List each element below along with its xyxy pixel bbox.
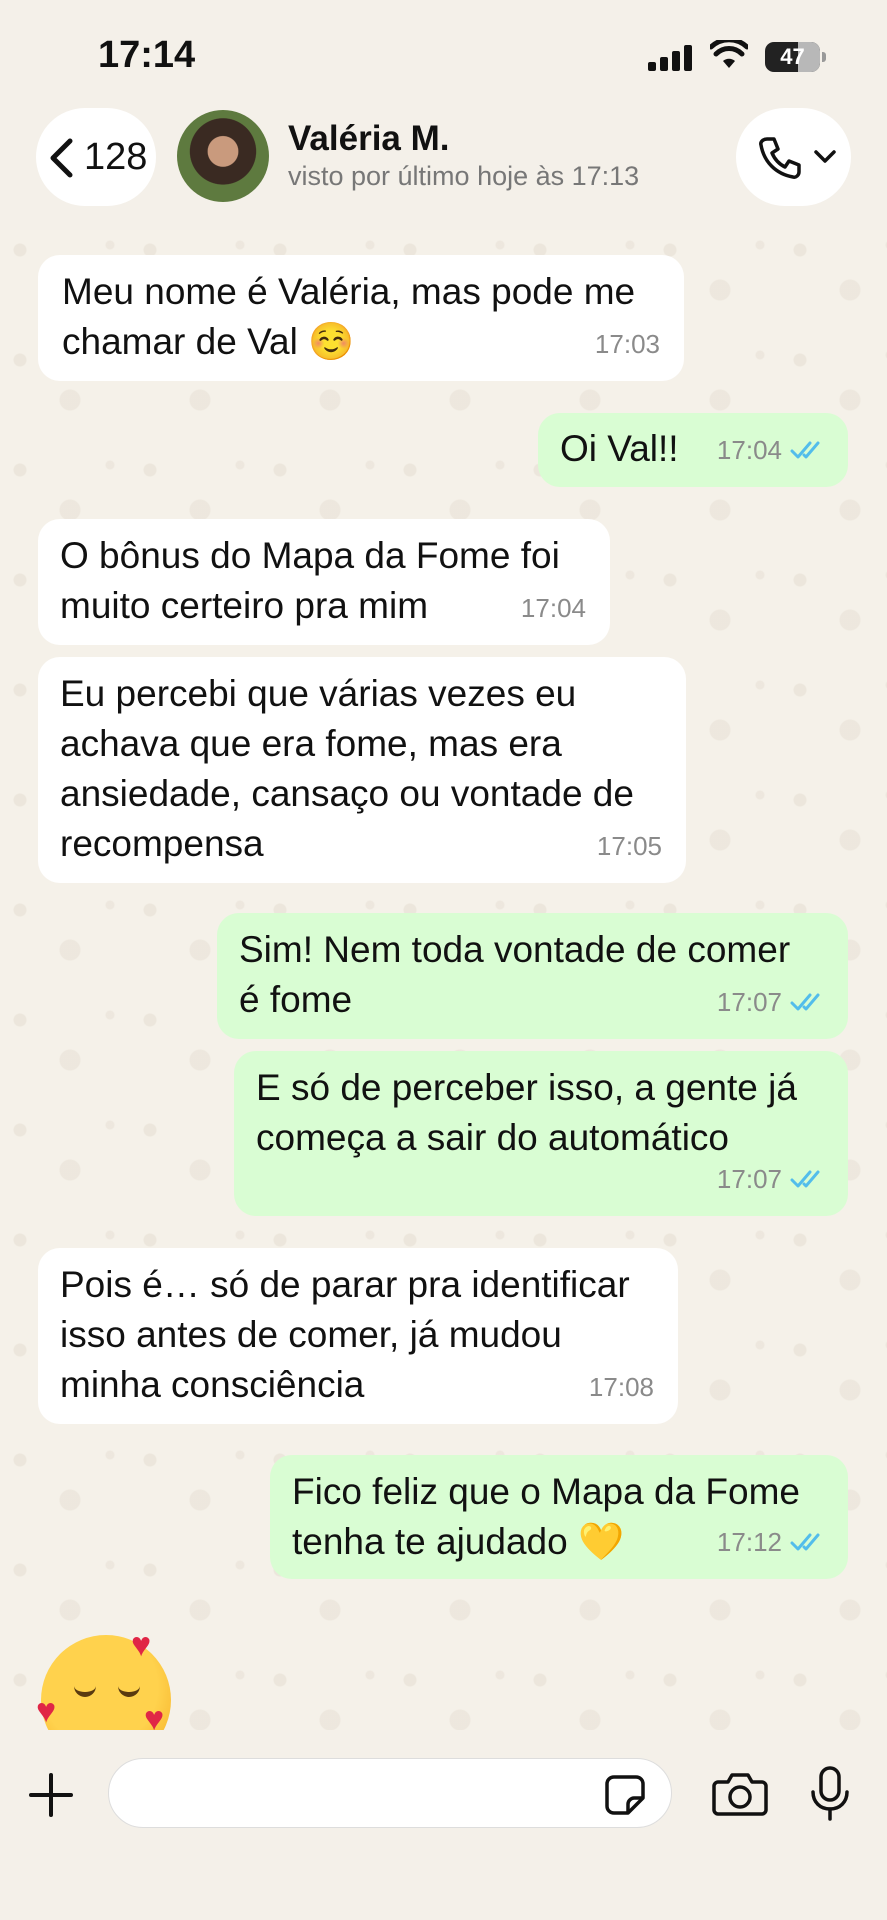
contact-last-seen: visto por último hoje às 17:13 [288, 161, 640, 191]
message-time: 17:08 [588, 1372, 654, 1402]
sticker-icon[interactable] [604, 1774, 646, 1816]
emoji-message-smiling-hearts[interactable]: ♥ ♥ ♥ [36, 1630, 176, 1730]
battery-icon: 47 [765, 42, 826, 72]
back-button[interactable]: 128 [36, 108, 156, 206]
chat-header: 128 Valéria M. visto por último hoje às … [0, 105, 887, 230]
message-time: 17:03 [594, 329, 660, 359]
message-bubble-outgoing[interactable]: Sim! Nem toda vontade de comer é fome 17… [217, 913, 848, 1039]
message-time: 17:07 [716, 1164, 782, 1194]
message-bubble-incoming[interactable]: Meu nome é Valéria, mas pode me chamar d… [38, 255, 684, 381]
message-text: Meu nome é Valéria, mas pode me chamar d… [62, 271, 636, 362]
double-check-icon [790, 1170, 820, 1188]
message-time: 17:07 [716, 987, 782, 1017]
phone-icon [759, 137, 801, 179]
heart-icon: ♥ [131, 1630, 152, 1664]
message-bubble-incoming[interactable]: Eu percebi que várias vezes eu achava qu… [38, 657, 686, 883]
message-time: 17:04 [520, 593, 586, 623]
message-text: Pois é… só de parar pra identificar isso… [60, 1264, 630, 1405]
message-text: Eu percebi que várias vezes eu achava qu… [60, 673, 634, 864]
message-input[interactable] [108, 1758, 672, 1828]
message-bubble-outgoing[interactable]: Oi Val!! 17:04 [538, 413, 848, 487]
message-text: E só de perceber isso, a gente já começa… [256, 1067, 797, 1158]
chevron-left-icon [50, 138, 73, 178]
contact-avatar[interactable] [177, 110, 269, 202]
call-button[interactable] [736, 108, 851, 206]
cellular-signal-icon [648, 45, 692, 71]
chevron-down-icon [814, 150, 836, 163]
camera-icon[interactable] [712, 1772, 768, 1816]
double-check-icon [790, 993, 820, 1011]
heart-icon: ♥ [36, 1692, 57, 1730]
message-time: 17:12 [716, 1527, 782, 1557]
unread-count: 128 [84, 136, 148, 178]
message-time: 17:05 [596, 831, 662, 861]
message-text: O bônus do Mapa da Fome foi muito certei… [60, 535, 560, 626]
microphone-icon[interactable] [808, 1766, 852, 1822]
heart-icon: ♥ [144, 1700, 165, 1730]
status-bar: 17:14 47 [0, 0, 887, 105]
message-bubble-incoming[interactable]: O bônus do Mapa da Fome foi muito certei… [38, 519, 610, 645]
status-time: 17:14 [98, 34, 196, 76]
double-check-icon [790, 1533, 820, 1551]
message-bubble-outgoing[interactable]: E só de perceber isso, a gente já começa… [234, 1051, 848, 1216]
wifi-icon [710, 40, 748, 68]
message-composer [0, 1730, 887, 1920]
contact-name[interactable]: Valéria M. [288, 119, 449, 159]
message-bubble-incoming[interactable]: Pois é… só de parar pra identificar isso… [38, 1248, 678, 1424]
battery-level: 47 [780, 44, 805, 69]
message-time: 17:04 [716, 435, 782, 465]
double-check-icon [790, 441, 820, 459]
message-bubble-outgoing[interactable]: Fico feliz que o Mapa da Fome tenha te a… [270, 1455, 848, 1579]
plus-icon[interactable] [28, 1772, 74, 1818]
